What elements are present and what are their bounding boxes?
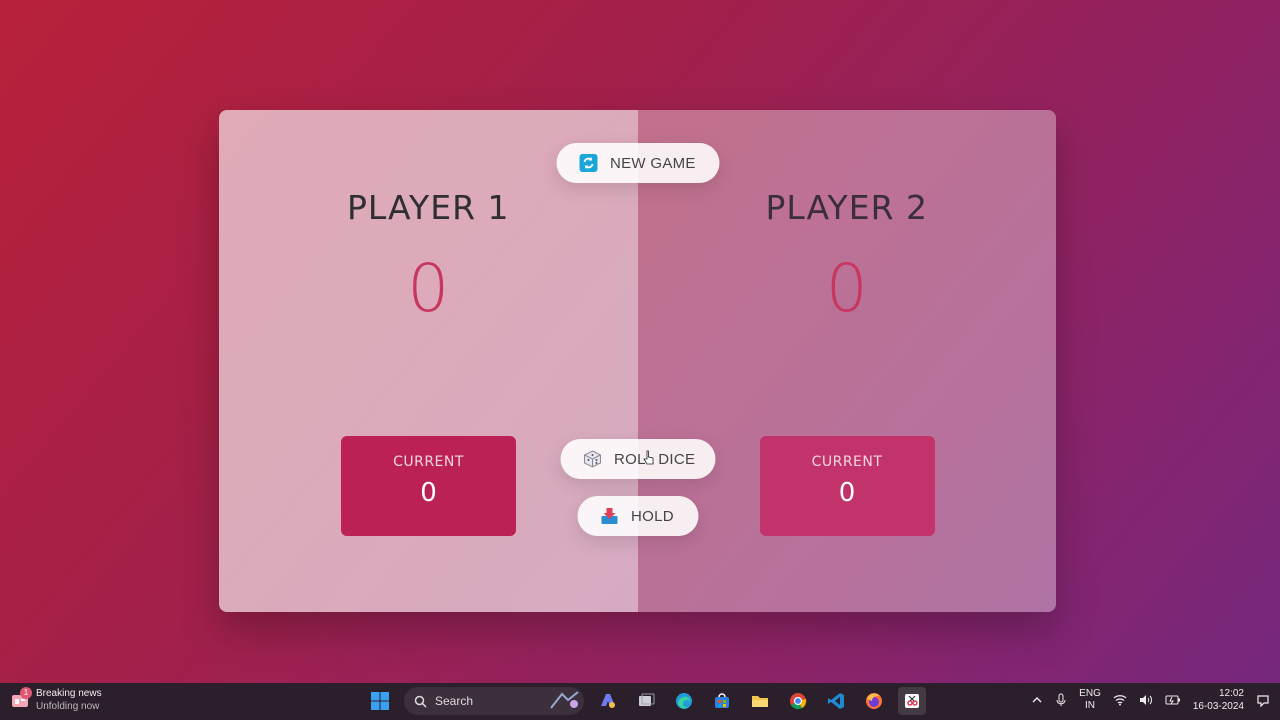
- taskbar-search[interactable]: Search: [404, 687, 584, 715]
- news-widget[interactable]: 1 Breaking news Unfolding now: [10, 687, 102, 713]
- hold-label: HOLD: [631, 507, 674, 525]
- new-game-label: NEW GAME: [610, 154, 696, 172]
- player-1-name: PLAYER 1: [347, 188, 510, 227]
- language-region: IN: [1085, 700, 1095, 711]
- vscode-icon[interactable]: [822, 687, 850, 715]
- firefox-icon[interactable]: [860, 687, 888, 715]
- system-tray: ENG IN 12:02 16-03-2024: [1031, 687, 1270, 713]
- player-1-panel: PLAYER 1 0 CURRENT 0: [219, 110, 638, 612]
- snipping-tool-icon[interactable]: [898, 687, 926, 715]
- player-2-name: PLAYER 2: [765, 188, 928, 227]
- search-placeholder: Search: [435, 694, 474, 708]
- player-1-score: 0: [407, 250, 450, 327]
- copilot-icon[interactable]: [594, 687, 622, 715]
- news-badge: 1: [20, 687, 32, 699]
- file-explorer-icon[interactable]: [746, 687, 774, 715]
- clock[interactable]: 12:02 16-03-2024: [1193, 687, 1244, 713]
- player-2-current-score: 0: [838, 478, 856, 508]
- clock-date: 16-03-2024: [1192, 701, 1244, 712]
- player-2-current-label: CURRENT: [811, 454, 883, 470]
- hold-button[interactable]: HOLD: [577, 496, 698, 536]
- edge-icon[interactable]: [670, 687, 698, 715]
- news-subtitle: Unfolding now: [36, 701, 100, 712]
- battery-icon[interactable]: [1165, 694, 1181, 706]
- hand-cursor-icon: [643, 450, 654, 465]
- chrome-icon[interactable]: [784, 687, 812, 715]
- news-icon: 1: [10, 687, 32, 710]
- task-view-icon[interactable]: [632, 687, 660, 715]
- dice-icon: [582, 449, 602, 469]
- player-1-current-label: CURRENT: [393, 454, 464, 470]
- player-2-score: 0: [825, 250, 868, 327]
- player-1-current-score: 0: [420, 478, 437, 508]
- language-code: ENG: [1079, 688, 1101, 699]
- player-2-panel: PLAYER 2 0 CURRENT 0: [637, 110, 1056, 612]
- search-icon: [414, 695, 427, 708]
- roll-dice-button[interactable]: ROLL DICE: [560, 439, 715, 479]
- windows-taskbar: 1 Breaking news Unfolding now Search ENG…: [0, 683, 1280, 720]
- desktop: PLAYER 1 0 CURRENT 0 PLAYER 2 0 CURRENT …: [0, 0, 1280, 683]
- language-indicator[interactable]: ENG IN: [1079, 688, 1101, 712]
- windows-start-icon[interactable]: [366, 687, 394, 715]
- player-2-current-box: CURRENT 0: [759, 436, 935, 536]
- search-highlight-icon: [550, 691, 579, 709]
- notification-icon[interactable]: [1256, 693, 1270, 707]
- player-1-current-box: CURRENT 0: [341, 436, 516, 536]
- store-icon[interactable]: [708, 687, 736, 715]
- refresh-icon: [578, 153, 598, 173]
- inbox-download-icon: [599, 506, 619, 526]
- wifi-icon[interactable]: [1113, 694, 1127, 706]
- clock-time: 12:02: [1218, 688, 1244, 699]
- microphone-icon[interactable]: [1055, 693, 1067, 707]
- new-game-button[interactable]: NEW GAME: [556, 143, 719, 183]
- taskbar-apps: Search: [366, 687, 926, 715]
- chevron-up-icon[interactable]: [1031, 694, 1043, 706]
- pig-game-board: PLAYER 1 0 CURRENT 0 PLAYER 2 0 CURRENT …: [219, 110, 1056, 612]
- volume-icon[interactable]: [1139, 694, 1153, 706]
- news-title: Breaking news: [36, 688, 102, 699]
